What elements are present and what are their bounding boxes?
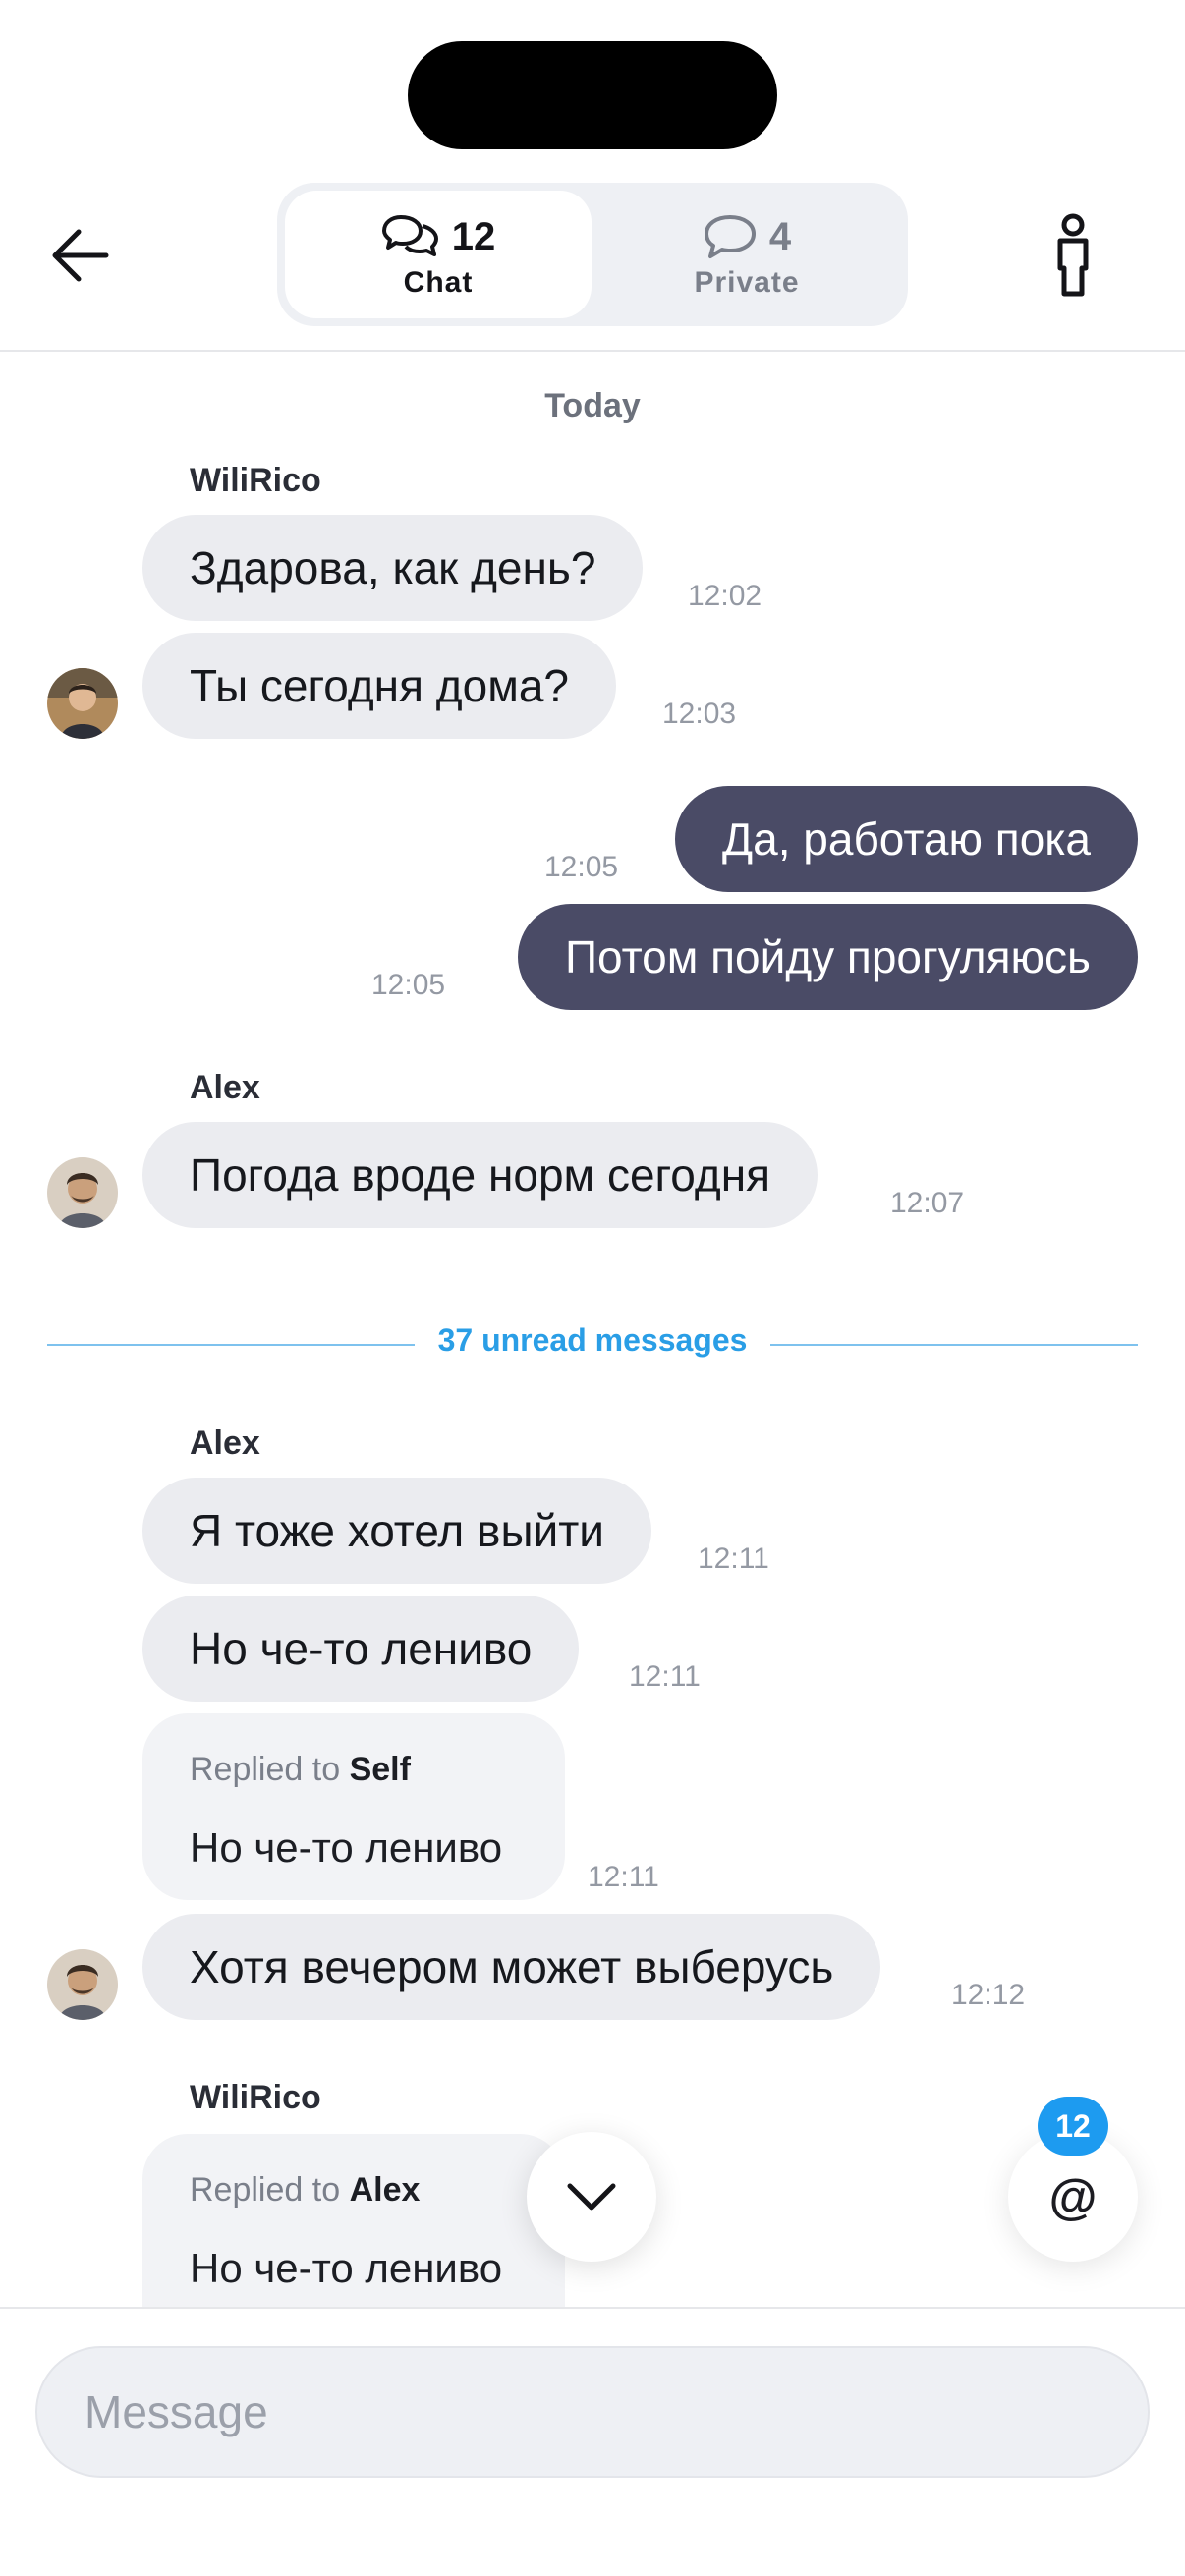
arrow-left-icon	[52, 229, 109, 282]
mentions-badge: 12	[1038, 2097, 1108, 2156]
avatar[interactable]	[47, 1949, 118, 2020]
private-tab-label: Private	[694, 266, 800, 299]
reply-header: Replied to Alex	[190, 2171, 518, 2210]
reply-text: Но че-то лениво	[190, 1824, 503, 1871]
message-bubble-own[interactable]: Потом пойду прогуляюсь	[517, 904, 1138, 1010]
chevron-down-icon	[567, 2183, 616, 2211]
message-time: 12:05	[371, 969, 446, 1001]
private-tab-count: 4	[768, 214, 792, 258]
chat-tab-count: 12	[451, 214, 496, 258]
message-time: 12:11	[629, 1660, 701, 1693]
reply-target[interactable]: Alex	[350, 2171, 421, 2209]
message-bubble[interactable]: Ты сегодня дома?	[142, 633, 616, 739]
reply-prefix: Replied to	[190, 1751, 341, 1788]
message-input[interactable]	[35, 2346, 1150, 2478]
reply-text: Но че-то лениво	[190, 2245, 503, 2291]
day-separator: Today	[544, 387, 641, 424]
message-time: 12:11	[588, 1861, 659, 1893]
message-bubble-own[interactable]: Да, работаю пока	[674, 786, 1138, 892]
sender-name: WiliRico	[190, 462, 321, 499]
reply-prefix: Replied to	[190, 2171, 341, 2209]
message-time: 12:11	[698, 1542, 769, 1575]
sender-name: Alex	[190, 1425, 260, 1462]
unread-divider: 37 unread messages	[47, 1322, 1138, 1368]
chat-bubble-icon	[704, 215, 756, 258]
chat-bubbles-icon	[381, 215, 438, 256]
tab-private[interactable]: 4 Private	[593, 191, 900, 318]
message-time: 12:12	[951, 1979, 1026, 2011]
tab-chat[interactable]: 12 Chat	[285, 191, 592, 318]
message-bubble[interactable]: Погода вроде норм сегодня	[142, 1122, 818, 1228]
message-time: 12:05	[544, 851, 619, 883]
sender-name: WiliRico	[190, 2079, 321, 2116]
message-bubble[interactable]: Здарова, как день?	[142, 515, 644, 621]
reply-message[interactable]: Replied to Self Но че-то лениво	[142, 1713, 565, 1900]
message-bubble[interactable]: Но че-то лениво	[142, 1596, 580, 1702]
avatar[interactable]	[47, 1157, 118, 1228]
message-time: 12:03	[662, 698, 737, 730]
chat-type-switcher: 12 Chat 4 Private	[277, 183, 908, 326]
reply-message[interactable]: Replied to Alex Но че-то лениво	[142, 2134, 565, 2307]
person-icon	[1057, 213, 1089, 297]
reply-header: Replied to Self	[190, 1751, 518, 1789]
message-bubble[interactable]: Я тоже хотел выйти	[142, 1478, 651, 1584]
sender-name: Alex	[190, 1069, 260, 1106]
message-bubble[interactable]: Хотя вечером может выберусь	[142, 1914, 881, 2020]
unread-label: 37 unread messages	[414, 1322, 771, 1358]
chat-tab-label: Chat	[403, 266, 474, 299]
message-time: 12:02	[688, 580, 762, 612]
profile-button[interactable]	[1034, 208, 1112, 303]
reply-target[interactable]: Self	[350, 1751, 411, 1788]
chat-header: 12 Chat 4 Private	[0, 0, 1185, 352]
message-time: 12:07	[890, 1187, 965, 1219]
message-composer	[0, 2307, 1185, 2576]
at-icon: @	[1048, 2169, 1098, 2224]
back-button[interactable]	[43, 218, 118, 293]
scroll-to-bottom-button[interactable]	[527, 2132, 656, 2262]
message-list[interactable]: Today WiliRico Здарова, как день? 12:02 …	[0, 354, 1185, 2307]
avatar[interactable]	[47, 668, 118, 739]
